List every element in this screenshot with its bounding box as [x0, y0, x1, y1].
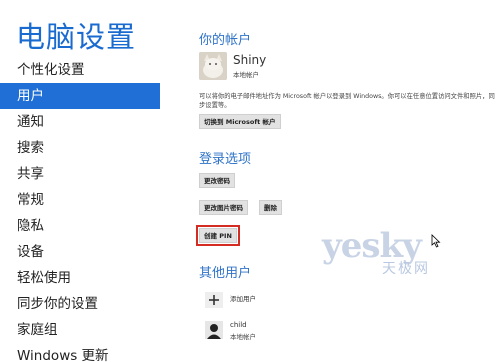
cat-photo-icon — [199, 52, 227, 80]
main-content: 你的帐户 Shiny 本地帐户 可以将你的电子邮件地址作为 Microsoft … — [196, 0, 500, 362]
create-pin-button[interactable]: 创建 PIN — [196, 225, 240, 246]
sidebar-item-devices[interactable]: 设备 — [0, 239, 160, 265]
sidebar-item-homegroup[interactable]: 家庭组 — [0, 317, 160, 343]
sidebar-nav: 个性化设置 用户 通知 搜索 共享 常规 隐私 设备 轻松使用 同步你的设置 家… — [0, 57, 160, 362]
signin-options-heading: 登录选项 — [199, 152, 252, 167]
user-icon — [205, 321, 223, 339]
switch-to-microsoft-account-button[interactable]: 切换到 Microsoft 帐户 — [199, 114, 281, 129]
account-name: Shiny — [233, 53, 267, 67]
your-account-heading: 你的帐户 — [199, 33, 252, 48]
watermark-subtext: 天极网 — [382, 261, 430, 277]
account-picture — [199, 52, 227, 80]
sidebar-item-general[interactable]: 常规 — [0, 187, 160, 213]
sidebar-item-sync-settings[interactable]: 同步你的设置 — [0, 291, 160, 317]
sidebar-item-windows-update[interactable]: Windows 更新 — [0, 343, 160, 362]
sidebar-item-users[interactable]: 用户 — [0, 83, 160, 109]
sidebar-item-notifications[interactable]: 通知 — [0, 109, 160, 135]
child-user-type: 本地帐户 — [230, 333, 256, 341]
change-password-button[interactable]: 更改密码 — [199, 173, 235, 188]
delete-picture-password-button[interactable]: 删除 — [259, 200, 282, 215]
sidebar-item-privacy[interactable]: 隐私 — [0, 213, 160, 239]
other-users-heading: 其他用户 — [199, 266, 252, 281]
app-title: 电脑设置 — [16, 20, 137, 54]
change-picture-password-button[interactable]: 更改图片密码 — [199, 200, 248, 215]
add-user-button[interactable] — [205, 292, 223, 308]
sidebar: 电脑设置 个性化设置 用户 通知 搜索 共享 常规 隐私 设备 轻松使用 同步你… — [0, 0, 160, 362]
sidebar-item-personalization[interactable]: 个性化设置 — [0, 57, 160, 83]
sidebar-item-share[interactable]: 共享 — [0, 161, 160, 187]
child-user-name[interactable]: child — [230, 321, 247, 329]
add-user-label[interactable]: 添加用户 — [230, 293, 256, 303]
account-description: 可以将你的电子邮件地址作为 Microsoft 帐户以登录到 Windows。你… — [199, 93, 495, 109]
account-type: 本地帐户 — [233, 71, 259, 79]
sidebar-item-ease-of-access[interactable]: 轻松使用 — [0, 265, 160, 291]
sidebar-item-search[interactable]: 搜索 — [0, 135, 160, 161]
plus-icon — [209, 295, 219, 305]
yesky-watermark: yesky 天极网 — [322, 226, 472, 277]
child-avatar[interactable] — [205, 321, 223, 339]
